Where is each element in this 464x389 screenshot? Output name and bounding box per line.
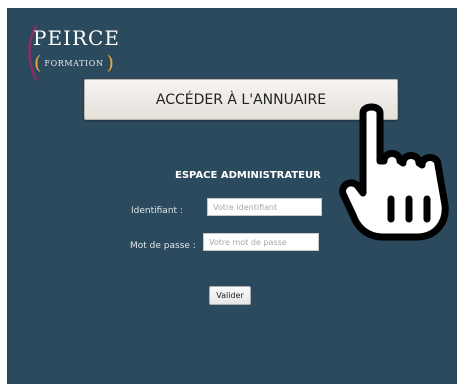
pointing-hand-cursor-icon: [339, 103, 449, 241]
admin-section-title: ESPACE ADMINISTRATEUR: [175, 170, 321, 181]
password-label: Mot de passe :: [130, 241, 196, 251]
password-input[interactable]: [203, 233, 319, 251]
page-panel: PEIRCE ( FORMATION ) ACCÉDER À L'ANNUAIR…: [7, 8, 457, 384]
logo-paren-open: (: [34, 51, 42, 74]
logo-name: PEIRCE: [33, 26, 120, 50]
logo: PEIRCE ( FORMATION ): [25, 22, 145, 82]
identifier-label: Identifiant :: [131, 206, 183, 216]
logo-subtitle-text: FORMATION: [44, 58, 104, 68]
identifier-input[interactable]: [207, 198, 322, 216]
logo-paren-close: ): [106, 51, 114, 74]
logo-subtitle: ( FORMATION ): [34, 52, 114, 74]
submit-button[interactable]: Valider: [209, 286, 251, 305]
